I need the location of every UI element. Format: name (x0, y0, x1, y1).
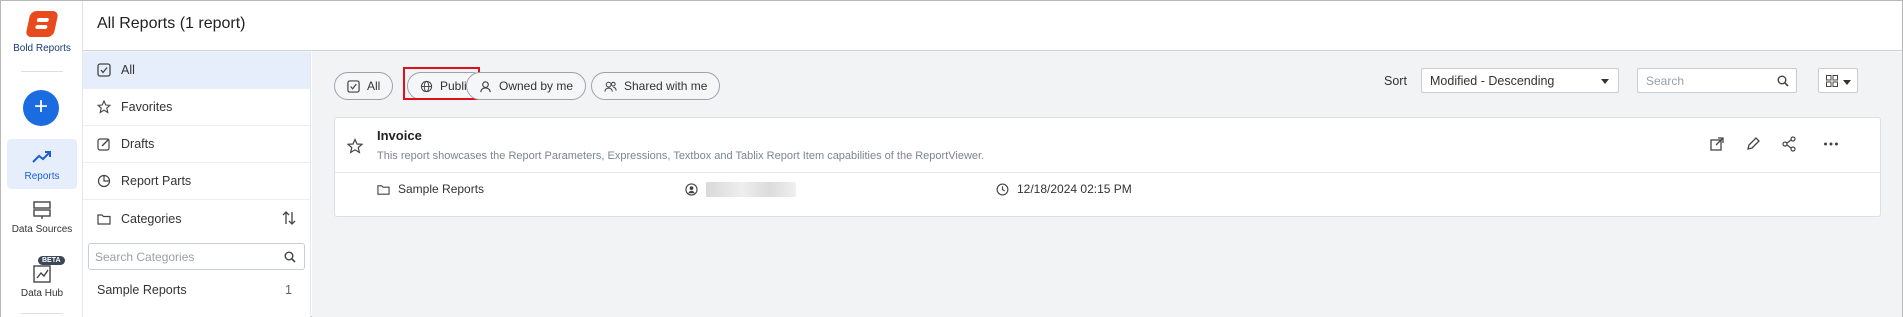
user-circle-icon (685, 183, 698, 196)
sidebar-item-label: All (121, 63, 135, 77)
sidebar-item-all[interactable]: All (83, 52, 310, 89)
report-description: This report showcases the Report Paramet… (377, 150, 985, 162)
category-count: 1 (285, 283, 292, 297)
app-rail: Bold Reports + Reports Data Sources BETA… (1, 1, 83, 317)
check-square-icon (97, 63, 111, 77)
brand-name: Bold Reports (13, 43, 71, 54)
sidebar-item-report-parts[interactable]: Report Parts (83, 163, 310, 200)
rail-item-reports[interactable]: Reports (7, 139, 77, 189)
more-options-icon[interactable] (1823, 136, 1839, 152)
filter-chip-owned-by-me[interactable]: Owned by me (466, 72, 587, 100)
report-modified: 12/18/2024 02:15 PM (996, 182, 1132, 196)
redacted-owner-name (706, 182, 796, 197)
chip-label: Owned by me (499, 79, 574, 93)
rail-item-data-hub[interactable]: Data Hub (7, 264, 77, 304)
favorite-star-icon[interactable] (347, 138, 363, 154)
category-list-item[interactable]: Sample Reports 1 (83, 270, 310, 297)
report-card[interactable]: Invoice This report showcases the Report… (334, 117, 1881, 217)
bold-reports-logo-icon (25, 11, 59, 37)
folder-icon (377, 184, 390, 195)
report-category-name: Sample Reports (398, 182, 485, 196)
sidebar-item-label: Drafts (121, 137, 155, 151)
sidebar-item-label: Categories (121, 211, 182, 226)
report-search (1637, 68, 1797, 93)
grid-view-icon (1826, 75, 1838, 87)
card-divider (335, 172, 1880, 173)
sidebar-item-label: Report Parts (121, 174, 192, 188)
server-icon (33, 201, 51, 219)
chevron-down-icon (1601, 79, 1609, 84)
users-icon (604, 81, 617, 92)
sidebar-item-categories: Categories (83, 200, 310, 237)
pie-icon (97, 174, 111, 188)
report-owner (685, 182, 796, 197)
search-icon[interactable] (1777, 75, 1789, 87)
page-title: All Reports (1 report) (97, 15, 246, 32)
search-icon[interactable] (284, 251, 296, 263)
report-modified-date: 12/18/2024 02:15 PM (1017, 182, 1132, 196)
brand-logo[interactable]: Bold Reports (1, 11, 83, 54)
category-name: Sample Reports (97, 283, 187, 297)
rail-item-data-sources[interactable]: Data Sources (7, 200, 77, 246)
sort-value: Modified - Descending (1430, 74, 1555, 88)
create-new-button[interactable]: + (23, 90, 59, 126)
sort-label: Sort (1384, 74, 1407, 88)
sidebar-item-label: Favorites (121, 100, 173, 114)
filter-chip-shared-with-me[interactable]: Shared with me (591, 72, 721, 100)
data-hub-icon (33, 265, 51, 283)
globe-icon (420, 80, 433, 92)
sort-dropdown[interactable]: Modified - Descending (1421, 68, 1619, 93)
rail-divider (21, 313, 63, 314)
rail-divider (21, 71, 63, 72)
category-search-input[interactable] (89, 244, 304, 269)
clock-icon (996, 183, 1009, 195)
category-sidebar: All Favorites Drafts Report Parts Catego… (83, 52, 311, 317)
reports-main: All Public Owned by me Shared with me So… (312, 52, 1902, 317)
open-external-icon[interactable] (1709, 136, 1725, 152)
edit-square-icon (97, 138, 110, 151)
chip-label: All (367, 79, 381, 93)
rail-item-label: Data Sources (11, 224, 73, 235)
check-square-icon (347, 79, 360, 93)
rail-item-label: Reports (24, 171, 60, 182)
category-search (88, 243, 305, 270)
view-toggle-button[interactable] (1818, 68, 1858, 93)
page-header: All Reports (1 report) (83, 1, 1902, 51)
folder-icon (97, 213, 111, 225)
chip-label: Shared with me (624, 79, 708, 93)
trend-icon (32, 151, 51, 163)
sort-arrows-icon[interactable] (282, 210, 296, 226)
sidebar-item-favorites[interactable]: Favorites (83, 89, 310, 126)
report-category[interactable]: Sample Reports (377, 182, 484, 196)
rail-item-label: Data Hub (20, 288, 64, 299)
report-name[interactable]: Invoice (377, 128, 422, 143)
chevron-down-icon (1843, 80, 1851, 85)
report-search-input[interactable] (1638, 69, 1796, 92)
star-icon (97, 100, 111, 114)
share-icon[interactable] (1781, 136, 1797, 152)
sidebar-item-drafts[interactable]: Drafts (83, 126, 310, 163)
edit-icon[interactable] (1745, 136, 1761, 152)
filter-chip-all[interactable]: All (334, 72, 394, 100)
user-icon (480, 80, 491, 92)
